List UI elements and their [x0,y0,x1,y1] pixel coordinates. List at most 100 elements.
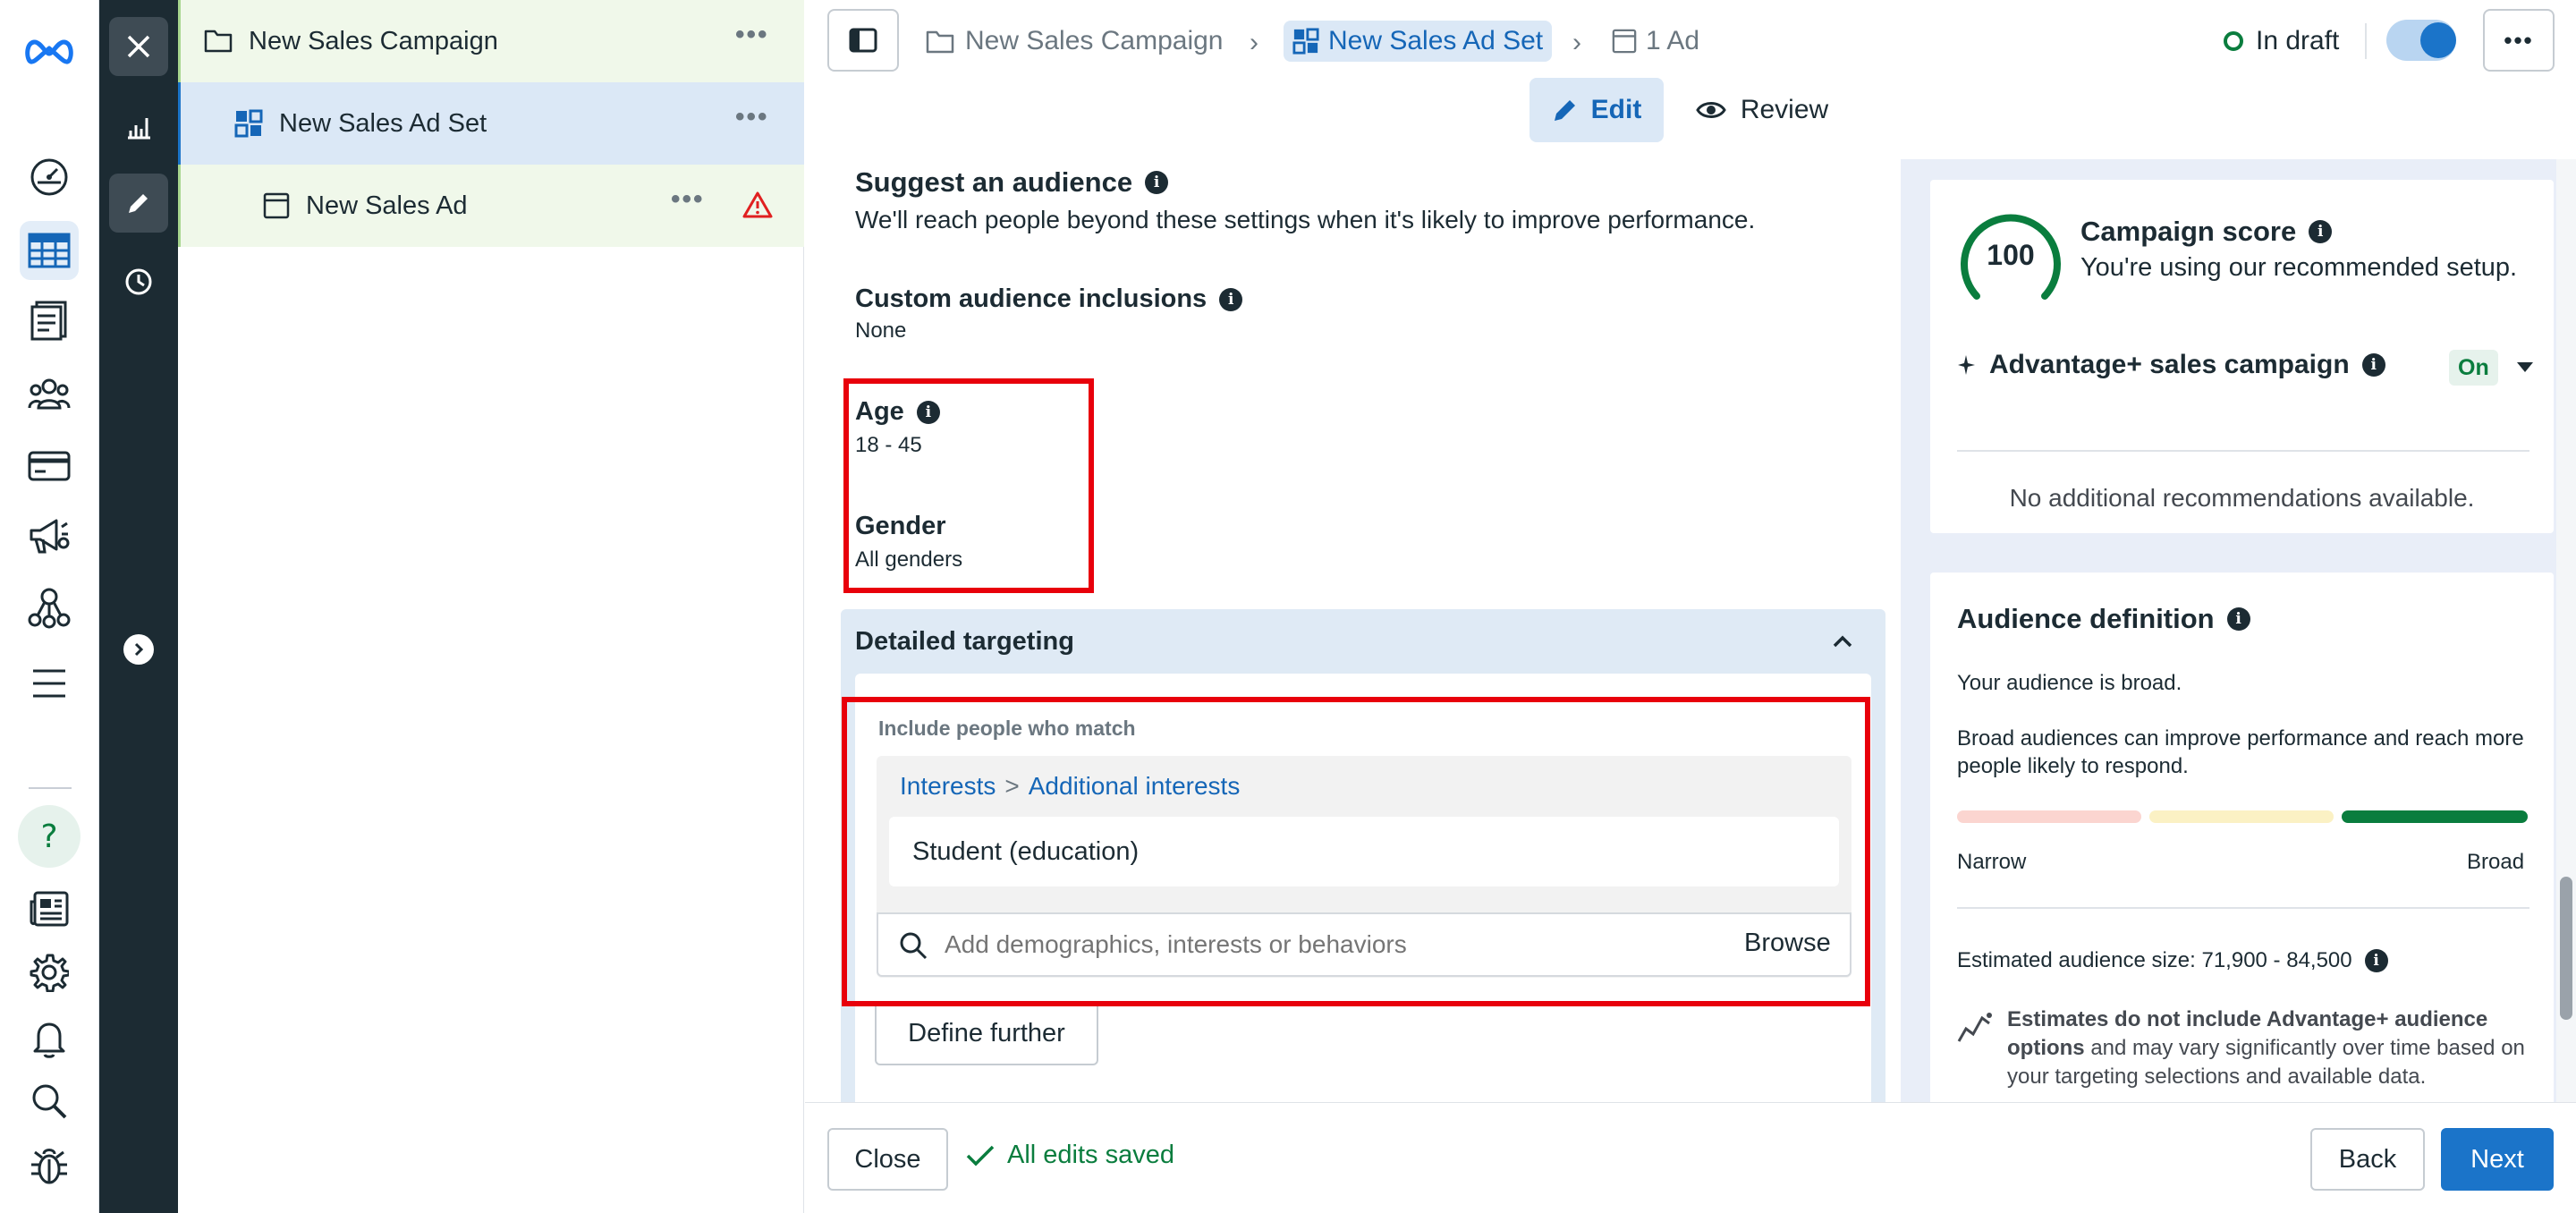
define-further-button[interactable]: Define further [875,1001,1098,1065]
save-status-label: All edits saved [1007,1141,1174,1169]
network-icon[interactable] [20,578,79,637]
breadcrumb-ad-set[interactable]: New Sales Ad Set [1284,21,1553,62]
tree-item-ad[interactable]: New Sales Ad ••• [178,165,804,247]
gender-label: Gender [855,512,946,540]
chevron-up-icon[interactable] [1832,634,1853,649]
audience-breadth-text: Your audience is broad. [1957,671,2182,695]
more-options-icon: ••• [2504,26,2534,54]
meter-segment-broad [2342,810,2528,823]
age-heading: Age i [855,397,940,427]
expand-button[interactable] [123,634,154,665]
warning-icon [742,191,773,218]
more-options-icon[interactable]: ••• [671,184,705,215]
publish-toggle[interactable] [2386,20,2456,61]
back-button[interactable]: Back [2310,1128,2425,1191]
summary-column: 100 Campaign score i You're using our re… [1901,159,2576,1127]
info-icon[interactable]: i [1145,171,1169,194]
interest-path: Interests > Additional interests [900,772,1240,801]
footer-bar: Close All edits saved Back Next [805,1102,2576,1213]
sparkle-icon [1958,355,1975,375]
interest-chip[interactable]: Student (education) [889,817,1839,886]
browse-link[interactable]: Browse [1744,929,1831,958]
scrollbar-thumb[interactable] [2560,877,2572,1020]
tree-item-label: New Sales Ad [306,191,468,220]
interest-leaf[interactable]: Additional interests [1029,772,1241,801]
breadcrumb-campaign[interactable]: New Sales Campaign [926,21,1223,62]
clock-icon [125,268,152,295]
history-button[interactable] [109,252,168,311]
back-label: Back [2338,1144,2397,1174]
info-icon[interactable]: i [2226,607,2250,631]
checkmark-icon [966,1145,995,1166]
targeting-search[interactable]: Browse [877,912,1852,977]
custom-audience-label: Custom audience inclusions [855,284,1208,313]
campaign-score-title: Campaign score [2080,216,2297,247]
tree-item-ad-set[interactable]: New Sales Ad Set ••• [178,82,804,165]
advantage-label: Advantage+ sales campaign [1989,350,2350,379]
newspaper-icon[interactable] [20,879,79,938]
scrollbar-track[interactable] [2556,159,2576,1102]
tree-item-campaign[interactable]: New Sales Campaign ••• [178,0,804,82]
tree-item-label: New Sales Ad Set [279,108,487,138]
close-label: Close [854,1144,921,1174]
targeting-search-input[interactable] [945,925,1660,964]
interest-root[interactable]: Interests [900,772,996,801]
ad-set-icon [1292,28,1319,55]
toggle-knob [2420,22,2456,58]
more-options-icon[interactable]: ••• [735,102,769,132]
info-icon[interactable]: i [2364,949,2388,972]
tab-review[interactable]: Review [1686,78,1838,142]
campaign-score-heading: Campaign score i [2080,216,2333,248]
bell-icon[interactable] [20,1009,79,1068]
audience-breadth-desc: Broad audiences can improve performance … [1957,726,2524,778]
suggest-audience-title: Suggest an audience [855,166,1133,198]
next-button[interactable]: Next [2441,1128,2554,1191]
table-grid-icon[interactable] [20,221,79,280]
help-icon[interactable]: ? [18,805,80,868]
meta-logo-icon[interactable] [20,21,79,81]
info-icon[interactable]: i [2361,353,2385,377]
trend-icon [1957,1013,1992,1042]
gauge-icon[interactable] [20,148,79,207]
suggest-audience-desc: We'll reach people beyond these settings… [855,206,1756,233]
more-options-icon[interactable]: ••• [735,20,769,50]
chevron-down-icon[interactable] [2516,361,2534,374]
edit-mode-button[interactable] [109,174,168,233]
audience-form: Suggest an audience i We'll reach people… [805,159,1901,1102]
catalog-icon[interactable] [20,291,79,350]
estimate-note-rest: and may vary significantly over time bas… [2007,1036,2525,1089]
gear-icon[interactable] [20,943,79,1002]
info-icon[interactable]: i [1219,287,1243,311]
close-panel-button[interactable] [109,17,168,76]
targeting-body: Include people who match Interests > Add… [855,674,1871,1102]
people-icon[interactable] [20,364,79,423]
advantage-heading[interactable]: Advantage+ sales campaign i [1957,350,2385,380]
campaign-score-subtitle: You're using our recommended setup. [2080,253,2518,282]
age-value[interactable]: 18 - 45 [855,433,922,458]
interest-group: Interests > Additional interests Student… [877,756,1852,978]
tab-edit[interactable]: Edit [1530,78,1664,142]
credit-card-icon[interactable] [20,437,79,496]
folder-icon [204,30,233,53]
breadcrumb-ads[interactable]: 1 Ad [1612,21,1699,62]
meter-narrow-label: Narrow [1957,850,2027,874]
audience-definition-title: Audience definition [1957,603,2215,634]
suggest-audience-heading: Suggest an audience i [855,166,1169,199]
info-icon[interactable]: i [2309,220,2333,243]
age-label: Age [855,397,904,426]
megaphone-icon[interactable] [20,506,79,565]
meter-segment-narrow [1957,810,2141,823]
more-actions-button[interactable]: ••• [2483,9,2555,72]
menu-icon[interactable] [20,654,79,713]
reporting-button[interactable] [109,97,168,156]
draft-status-icon [2224,31,2243,51]
close-button[interactable]: Close [827,1128,948,1191]
bug-icon[interactable] [20,1136,79,1195]
gender-value[interactable]: All genders [855,547,962,573]
tab-label: Review [1740,95,1829,124]
audience-definition-card: Audience definition i Your audience is b… [1930,573,2554,1127]
search-icon[interactable] [20,1072,79,1131]
draft-status: In draft [2224,21,2339,62]
toggle-sidebar-button[interactable] [827,9,899,72]
info-icon[interactable]: i [916,400,940,424]
